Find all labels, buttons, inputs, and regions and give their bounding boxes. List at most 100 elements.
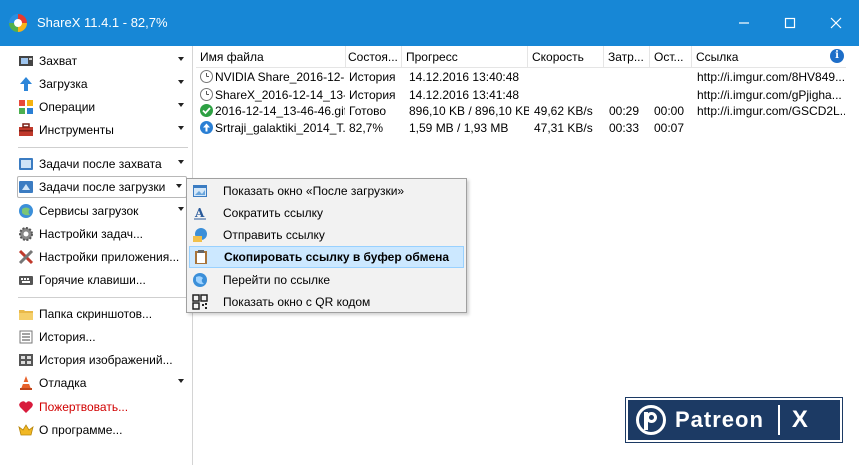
- window-icon: [192, 183, 208, 199]
- menu-upload-services[interactable]: Сервисы загрузок: [18, 200, 188, 222]
- maximize-button[interactable]: [767, 0, 813, 46]
- globe-link-icon: [192, 272, 208, 288]
- menu-after-upload-tasks[interactable]: Задачи после загрузки: [17, 176, 187, 198]
- table-row[interactable]: NVIDIA Share_2016-12-... История 14.12.2…: [196, 68, 846, 86]
- menu-debug-label: Отладка: [39, 376, 87, 390]
- clock-icon: [200, 70, 213, 83]
- submenu-show-qr-code-label: Показать окно с QR кодом: [223, 295, 371, 309]
- column-header-speed[interactable]: Скорость: [528, 46, 604, 68]
- keyboard-icon: [18, 272, 34, 288]
- cell-speed: [534, 68, 602, 86]
- sharex-logo-icon: [9, 14, 27, 32]
- menu-app-settings[interactable]: Настройки приложения...: [18, 246, 188, 268]
- column-header-filename[interactable]: Имя файла: [196, 46, 346, 68]
- submenu-open-url-label: Перейти по ссылке: [223, 273, 331, 287]
- shorten-url-icon: A: [192, 205, 208, 221]
- upload-arrow-icon: [18, 76, 34, 92]
- menu-about-label: О программе...: [39, 423, 123, 437]
- maximize-icon: [784, 17, 796, 29]
- gear-icon: [18, 226, 34, 242]
- submenu-share-url[interactable]: Отправить ссылку: [189, 224, 464, 246]
- cell-progress: 14.12.2016 13:40:48: [409, 70, 520, 84]
- cell-elapsed: 00:29: [609, 104, 640, 118]
- menu-capture-label: Захват: [39, 54, 78, 68]
- toolbox-icon: [18, 122, 34, 138]
- minimize-icon: [739, 22, 749, 24]
- menu-separator: [18, 297, 188, 298]
- banner-close-button[interactable]: X: [792, 406, 808, 434]
- chevron-down-icon: [178, 207, 184, 211]
- table-header: Имя файла Состоя... Прогресс Скорость За…: [196, 46, 846, 68]
- cell-link: http://i.imgur.com/8HV849...: [697, 70, 845, 84]
- cell-progress: 896,10 KB / 896,10 KB: [409, 104, 529, 118]
- submenu-open-url[interactable]: Перейти по ссылке: [189, 269, 464, 291]
- menu-separator: [18, 147, 188, 148]
- menu-operations[interactable]: Операции: [18, 96, 188, 118]
- chevron-down-icon: [178, 160, 184, 164]
- crown-icon: [18, 422, 34, 438]
- cell-remaining: [654, 68, 692, 86]
- window-title: ShareX 11.4.1 - 82,7%: [37, 15, 168, 30]
- menu-upload[interactable]: Загрузка: [18, 73, 188, 95]
- share-icon: [192, 227, 208, 243]
- folder-icon: [18, 306, 34, 322]
- info-icon[interactable]: i: [830, 49, 844, 63]
- menu-history[interactable]: История...: [18, 326, 188, 348]
- cell-status: История: [349, 70, 396, 84]
- table-row[interactable]: Srtraji_galaktiki_2014_T... 82,7% 1,59 M…: [196, 119, 846, 137]
- history-icon: [18, 329, 34, 345]
- svg-text:A: A: [194, 206, 205, 220]
- column-header-remaining[interactable]: Ост...: [650, 46, 692, 68]
- clipboard-icon: [193, 249, 209, 265]
- tools-grid-icon: [18, 99, 34, 115]
- menu-after-capture-tasks[interactable]: Задачи после захвата: [18, 153, 188, 175]
- close-button[interactable]: [813, 0, 859, 46]
- menu-hotkeys[interactable]: Горячие клавиши...: [18, 269, 188, 291]
- submenu-share-url-label: Отправить ссылку: [223, 228, 325, 242]
- submenu-shorten-url[interactable]: A Сократить ссылку: [189, 202, 464, 224]
- column-header-elapsed[interactable]: Затр...: [604, 46, 650, 68]
- cell-link: [697, 119, 845, 137]
- menu-after-capture-tasks-label: Задачи после захвата: [39, 157, 162, 171]
- menu-hotkeys-label: Горячие клавиши...: [39, 273, 146, 287]
- heart-icon: [18, 399, 34, 415]
- table-row[interactable]: 2016-12-14_13-46-46.gif Готово 896,10 KB…: [196, 102, 846, 120]
- submenu-copy-url[interactable]: Скопировать ссылку в буфер обмена: [189, 246, 464, 268]
- patreon-banner[interactable]: Patreon X: [625, 397, 843, 443]
- cell-status: Готово: [349, 104, 387, 118]
- main-menu-sidebar: Захват Загрузка Операции Инструменты Зад…: [12, 46, 193, 465]
- globe-icon: [18, 203, 34, 219]
- menu-app-settings-label: Настройки приложения...: [39, 250, 180, 264]
- cell-elapsed: [609, 68, 649, 86]
- patreon-logo-icon: [636, 405, 666, 435]
- chevron-down-icon: [178, 379, 184, 383]
- column-header-status[interactable]: Состоя...: [344, 46, 402, 68]
- after-upload-icon: [18, 179, 34, 195]
- menu-screenshots-folder[interactable]: Папка скриншотов...: [18, 303, 188, 325]
- menu-about[interactable]: О программе...: [18, 419, 188, 441]
- after-upload-submenu: Показать окно «После загрузки» A Сократи…: [186, 178, 467, 313]
- minimize-button[interactable]: [721, 0, 767, 46]
- clock-icon: [200, 88, 213, 101]
- upload-icon: [200, 121, 213, 134]
- patreon-banner-text: Patreon: [675, 407, 764, 432]
- cell-link: http://i.imgur.com/GSCD2L...: [697, 104, 845, 118]
- cell-filename: 2016-12-14_13-46-46.gif: [215, 104, 345, 118]
- check-icon: [200, 104, 213, 117]
- menu-operations-label: Операции: [39, 100, 96, 114]
- menu-capture[interactable]: Захват: [18, 50, 188, 72]
- menu-tools[interactable]: Инструменты: [18, 119, 188, 141]
- menu-donate[interactable]: Пожертвовать...: [18, 396, 188, 418]
- menu-task-settings-label: Настройки задач...: [39, 227, 144, 241]
- submenu-show-after-upload-window[interactable]: Показать окно «После загрузки»: [189, 180, 464, 202]
- menu-debug[interactable]: Отладка: [18, 372, 188, 394]
- submenu-show-qr-code[interactable]: Показать окно с QR кодом: [189, 291, 464, 313]
- menu-upload-services-label: Сервисы загрузок: [39, 204, 139, 218]
- cell-progress: 1,59 MB / 1,93 MB: [409, 121, 509, 135]
- menu-task-settings[interactable]: Настройки задач...: [18, 223, 188, 245]
- menu-donate-label: Пожертвовать...: [39, 400, 129, 414]
- menu-image-history[interactable]: История изображений...: [18, 349, 188, 371]
- column-header-link[interactable]: Ссылка: [692, 46, 846, 68]
- capture-icon: [18, 53, 34, 69]
- column-header-progress[interactable]: Прогресс: [402, 46, 528, 68]
